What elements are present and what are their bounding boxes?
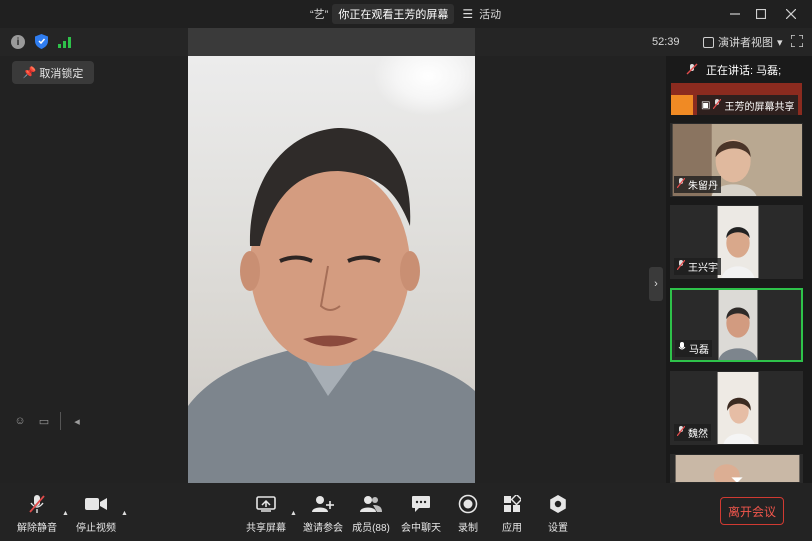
close-icon[interactable] [782, 5, 800, 23]
screen-share-tile[interactable]: ▣ 王芳的屏幕共享 [671, 83, 802, 115]
participant-label: 王兴宇 [674, 258, 721, 275]
screen-share-icon: ▣ [701, 99, 711, 111]
reaction-controls: ☺ ▭ ◂ [12, 412, 85, 430]
collapse-left-icon[interactable]: ◂ [69, 413, 85, 429]
members-button[interactable]: 成员(88) [343, 494, 399, 534]
participant-tile[interactable]: 朱留丹 [670, 123, 803, 197]
activity-label[interactable]: 活动 [479, 6, 501, 22]
emoji-icon[interactable]: ☺ [12, 413, 28, 429]
add-person-icon [312, 494, 334, 514]
members-icon [360, 494, 382, 514]
gear-icon [547, 494, 569, 514]
viewing-share-banner[interactable]: 你正在观看王芳的屏幕 [332, 4, 455, 24]
video-camera-icon [85, 494, 107, 514]
title-center: “艺” 你正在观看王芳的屏幕 ☰ 活动 [310, 4, 501, 24]
mic-muted-icon [676, 425, 686, 439]
unlock-video-button[interactable]: 📌 取消锁定 [12, 61, 94, 84]
layout-icon [703, 36, 714, 48]
mic-muted-icon [676, 259, 686, 273]
chevron-down-icon: ▾ [777, 36, 783, 49]
participant-video [717, 372, 759, 444]
unmute-button[interactable]: 解除静音 [9, 494, 65, 534]
minimize-icon[interactable] [726, 5, 744, 23]
apps-grid-icon [501, 494, 523, 514]
video-options-caret-icon[interactable]: ▲ [121, 510, 128, 517]
mic-muted-icon [26, 494, 48, 514]
participant-label: 朱留丹 [674, 176, 721, 193]
settings-button[interactable]: 设置 [530, 494, 586, 534]
participant-tile-active-speaker[interactable]: 马磊 [670, 288, 803, 362]
share-tile-label: ▣ 王芳的屏幕共享 [697, 95, 799, 115]
meeting-info-icon[interactable]: i [11, 35, 25, 49]
chat-label: 会中聊天 [401, 523, 441, 534]
invite-label: 邀请参会 [303, 523, 343, 534]
apps-label: 应用 [502, 523, 522, 534]
participant-name: 朱留丹 [688, 181, 718, 192]
participant-name: 马磊 [689, 345, 709, 356]
pin-icon: 📌 [22, 67, 37, 79]
meeting-title-fragment: “艺” [310, 9, 329, 21]
speaking-label: 正在讲话: 马磊; [706, 65, 782, 77]
video-top-strip [188, 28, 475, 56]
active-speaker-indicator: 正在讲话: 马磊; [672, 56, 798, 84]
participant-tile[interactable]: 王兴宇 [670, 205, 803, 279]
participant-video [675, 455, 800, 482]
speaker-view-toggle[interactable]: 演讲者视图 ▾ [703, 34, 783, 50]
toggle-sidebar-chevron-icon[interactable]: › [649, 267, 663, 301]
maximize-icon[interactable] [752, 5, 770, 23]
settings-label: 设置 [548, 523, 568, 534]
participant-tile[interactable] [670, 454, 803, 483]
stop-video-button[interactable]: 停止视频 [68, 494, 124, 534]
stop-video-label: 停止视频 [76, 523, 116, 534]
participant-label: 马磊 [675, 340, 712, 357]
fullscreen-icon[interactable] [791, 35, 803, 47]
share-screen-icon [255, 494, 277, 514]
menu-icon[interactable]: ☰ [462, 7, 473, 21]
unmute-label: 解除静音 [17, 523, 57, 534]
participant-name: 魏然 [688, 429, 708, 440]
speaker-muted-icon [686, 63, 698, 78]
share-owner-name: 王芳的屏幕共享 [724, 101, 795, 113]
leave-meeting-button[interactable]: 离开会议 [720, 497, 784, 525]
meeting-timer: 52:39 [652, 36, 680, 48]
participant-name: 王兴宇 [688, 263, 718, 274]
mic-muted-icon [676, 177, 686, 191]
view-mode-label: 演讲者视图 [718, 37, 773, 49]
network-signal-icon[interactable] [58, 35, 72, 48]
unlock-label: 取消锁定 [39, 67, 84, 80]
main-video[interactable] [188, 56, 475, 483]
participant-tile[interactable]: 魏然 [670, 371, 803, 445]
participant-label: 魏然 [674, 424, 711, 441]
record-label: 录制 [458, 523, 478, 534]
mic-on-icon [678, 342, 686, 355]
security-shield-icon[interactable] [35, 34, 48, 49]
divider [60, 412, 61, 430]
record-icon [457, 494, 479, 514]
share-screen-button[interactable]: 共享屏幕 [238, 494, 294, 534]
chat-bubble-icon [410, 494, 432, 514]
speaker-figure [188, 128, 475, 483]
participant-video [717, 206, 759, 278]
mic-muted-icon [712, 98, 722, 112]
bullet-chat-icon[interactable]: ▭ [36, 413, 52, 429]
participant-video [718, 290, 758, 360]
members-label: 成员(88) [352, 523, 390, 534]
share-screen-label: 共享屏幕 [246, 523, 286, 534]
share-avatar [671, 95, 693, 115]
